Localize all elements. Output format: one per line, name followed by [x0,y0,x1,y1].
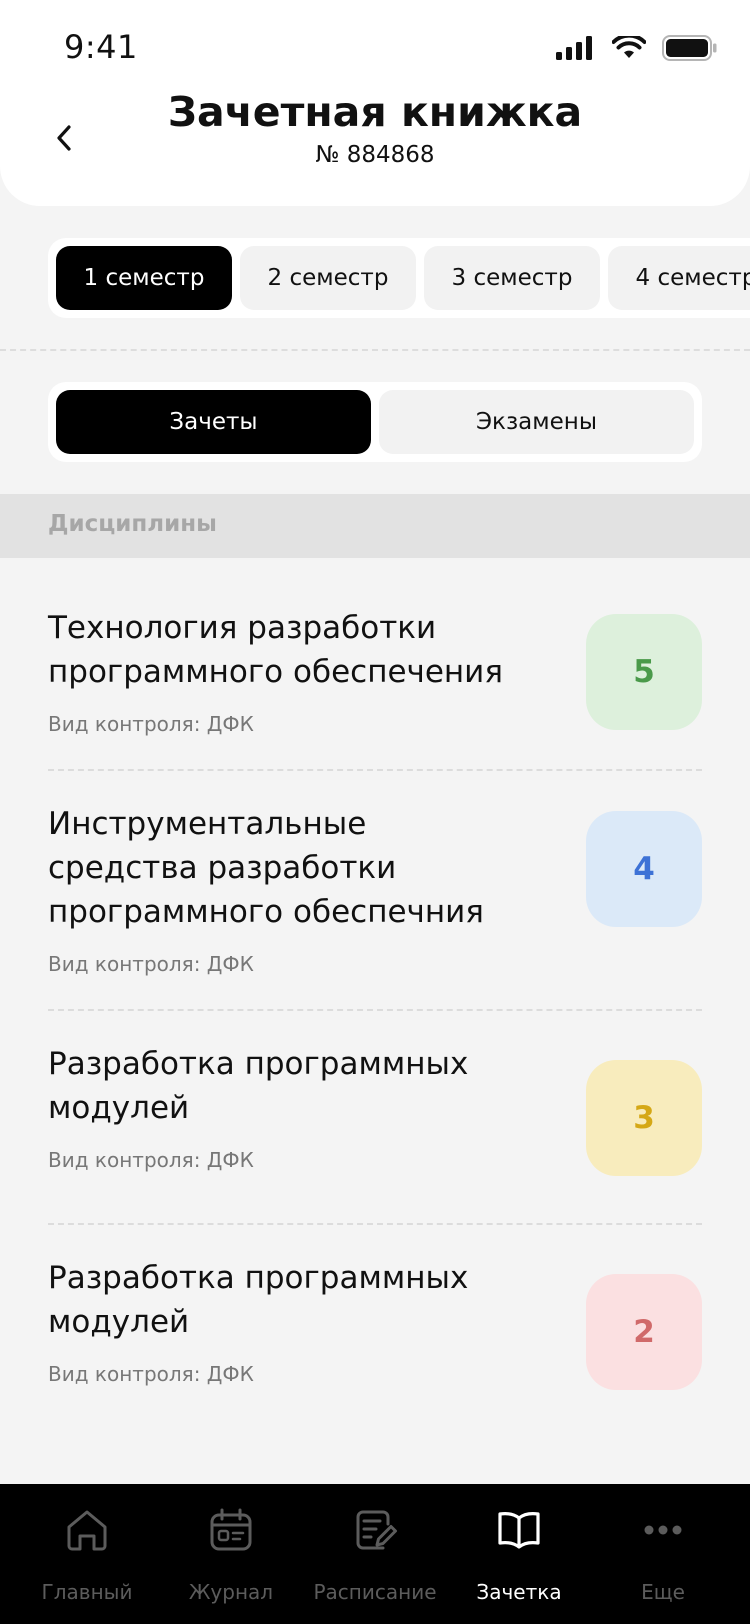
control-type: Вид контроля: ДФК [48,952,254,976]
list-item[interactable]: Разработка программных модулей Вид контр… [48,1256,702,1396]
book-icon [498,1512,540,1549]
discipline-name: Разработка программных модулей [48,1260,469,1340]
tab-label: Журнал [188,1580,274,1604]
battery-icon [662,35,717,61]
grade-badge: 2 [586,1274,702,1390]
tab-record-book[interactable]: Зачетка [444,1484,594,1624]
tab-semester-3[interactable]: 3 семестр [424,246,600,310]
tab-label: Главный [41,1580,133,1604]
discipline-name: Разработка программных модулей [48,1046,469,1126]
divider [48,1009,702,1011]
control-type-switch: Зачеты Экзамены [48,382,702,462]
control-type: Вид контроля: ДФК [48,712,254,736]
tab-semester-1[interactable]: 1 семестр [56,246,232,310]
list-item[interactable]: Инструментальные средства разработки про… [48,802,702,982]
list-item[interactable]: Технология разработки программного обесп… [48,606,702,746]
calendar-icon [210,1508,252,1551]
discipline-name: Инструментальные средства разработки про… [48,806,484,930]
grade-badge: 5 [586,614,702,730]
grade-badge: 3 [586,1060,702,1176]
section-title: Дисциплины [48,511,217,537]
tab-label: Еще [641,1580,685,1604]
control-type: Вид контроля: ДФК [48,1148,254,1172]
home-icon [67,1510,107,1551]
discipline-name: Технология разработки программного обесп… [48,610,503,690]
divider [48,1223,702,1225]
tab-credits[interactable]: Зачеты [56,390,371,454]
tab-label: Зачетка [476,1580,562,1604]
status-time: 9:41 [64,28,138,66]
section-header: Дисциплины [0,494,750,558]
notes-icon [356,1510,397,1550]
tab-exams[interactable]: Экзамены [379,390,694,454]
grade-badge: 4 [586,811,702,927]
record-book-number: № 884868 [315,142,435,168]
tab-label: Расписание [313,1580,437,1604]
tab-semester-4[interactable]: 4 семестр [608,246,750,310]
header: 9:41 Зачетная книжка № 884868 [0,0,750,206]
semester-selector: 1 семестр 2 семестр 3 семестр 4 семестр [48,238,750,318]
divider [0,349,750,351]
tab-journal[interactable]: Журнал [156,1484,306,1624]
divider [48,769,702,771]
control-type: Вид контроля: ДФК [48,1362,254,1386]
tab-home[interactable]: Главный [12,1484,162,1624]
tab-bar: Главный Журнал Расписание Зачетка Еще [0,1484,750,1624]
signal-icon [556,36,592,60]
more-icon [644,1525,682,1535]
status-icons [556,32,718,64]
tab-semester-2[interactable]: 2 семестр [240,246,416,310]
tab-schedule[interactable]: Расписание [300,1484,450,1624]
page-title: Зачетная книжка [167,88,583,136]
wifi-icon [612,36,646,58]
tab-more[interactable]: Еще [588,1484,738,1624]
list-item[interactable]: Разработка программных модулей Вид контр… [48,1042,702,1182]
